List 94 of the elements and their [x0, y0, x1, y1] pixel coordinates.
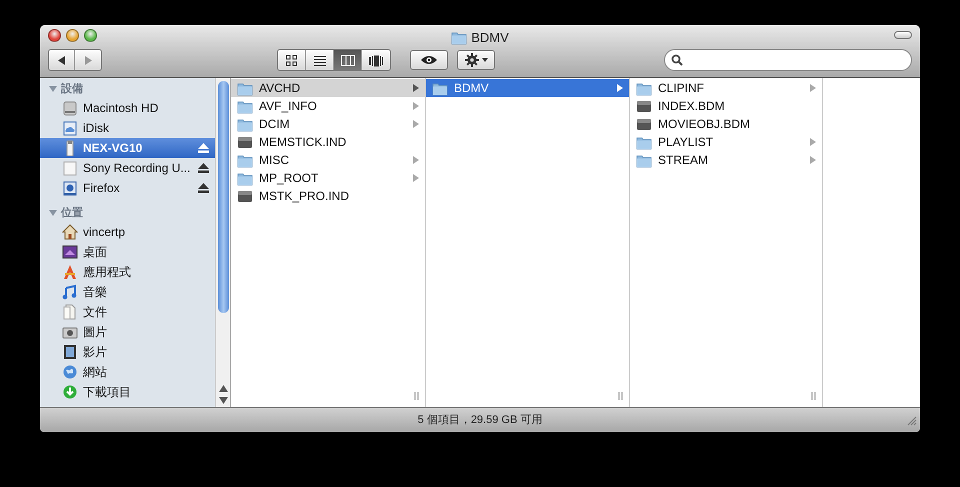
folder-icon: [237, 152, 253, 168]
music-note-icon: [62, 284, 78, 300]
file-row[interactable]: MEMSTICK.IND: [231, 133, 425, 151]
disclosure-arrow-icon: [413, 156, 419, 164]
file-icon: [237, 188, 253, 204]
sidebar-item[interactable]: 音樂: [40, 282, 215, 302]
window-title: BDMV: [471, 29, 509, 47]
list-view-icon: [312, 54, 326, 66]
disclosure-arrow-icon: [413, 102, 419, 110]
eye-icon: [420, 55, 438, 65]
eject-icon[interactable]: [198, 143, 209, 153]
caret-icon: [482, 58, 488, 62]
sidebar-item[interactable]: Macintosh HD: [40, 98, 215, 118]
sidebar-item[interactable]: Sony Recording U...: [40, 158, 215, 178]
file-row[interactable]: MISC: [231, 151, 425, 169]
file-row[interactable]: MP_ROOT: [231, 169, 425, 187]
column-resize-handle-icon[interactable]: [618, 392, 623, 400]
folder-icon: [237, 80, 253, 96]
sidebar-item[interactable]: 桌面: [40, 242, 215, 262]
download-icon: [62, 384, 78, 400]
file-row[interactable]: MOVIEOBJ.BDM: [630, 115, 822, 133]
apps-icon: [62, 264, 78, 280]
desktop-icon: [62, 244, 78, 260]
file-row[interactable]: CLIPINF: [630, 79, 822, 97]
sidebar-item[interactable]: NEX-VG10: [40, 138, 215, 158]
file-row[interactable]: INDEX.BDM: [630, 97, 822, 115]
disclosure-arrow-icon: [810, 138, 816, 146]
disclosure-arrow-icon: [810, 156, 816, 164]
window-control-button[interactable]: [66, 29, 79, 42]
drive-icon: [62, 160, 78, 176]
icon-view-icon: [284, 54, 298, 66]
action-menu-button[interactable]: [457, 50, 495, 70]
window-control-button[interactable]: [48, 29, 61, 42]
file-row[interactable]: PLAYLIST: [630, 133, 822, 151]
scrollbar-thumb[interactable]: [218, 81, 228, 313]
sidebar-item[interactable]: 應用程式: [40, 262, 215, 282]
quick-look-button[interactable]: [410, 50, 448, 70]
file-icon: [636, 98, 652, 114]
eject-icon[interactable]: [198, 163, 209, 173]
sidebar-item[interactable]: 網站: [40, 362, 215, 382]
folder-icon: [432, 80, 448, 96]
disclosure-triangle-icon[interactable]: [49, 85, 57, 93]
status-text: 5 個項目，29.59 GB 可用: [418, 412, 542, 428]
file-row[interactable]: STREAM: [630, 151, 822, 169]
globe-icon: [62, 364, 78, 380]
cover-flow-view-icon: [369, 54, 383, 66]
house-icon: [62, 224, 78, 240]
file-icon: [636, 116, 652, 132]
file-icon: [237, 134, 253, 150]
file-row[interactable]: AVF_INFO: [231, 97, 425, 115]
column-resize-handle-icon[interactable]: [811, 392, 816, 400]
folder-icon: [237, 98, 253, 114]
folder-icon: [636, 134, 652, 150]
disclosure-arrow-icon: [413, 84, 419, 92]
search-icon: [671, 54, 683, 66]
sidebar-item[interactable]: 文件: [40, 302, 215, 322]
folder-icon: [451, 30, 468, 46]
sidebar-item[interactable]: vincertp: [40, 222, 215, 242]
disclosure-triangle-icon[interactable]: [49, 209, 57, 217]
toolbar-toggle-button[interactable]: [894, 31, 912, 39]
column-resize-handle-icon[interactable]: [414, 392, 419, 400]
disk-image-icon: [62, 180, 78, 196]
file-row[interactable]: DCIM: [231, 115, 425, 133]
folder-icon: [237, 116, 253, 132]
gear-icon: [464, 53, 478, 67]
film-icon: [62, 344, 78, 360]
disclosure-arrow-icon: [413, 174, 419, 182]
folder-icon: [237, 170, 253, 186]
disclosure-arrow-icon: [617, 84, 623, 92]
eject-icon[interactable]: [198, 183, 209, 193]
scroll-up-arrow-icon[interactable]: [218, 384, 228, 393]
sidebar-section-heading: 設備: [61, 82, 83, 97]
folder-icon: [636, 80, 652, 96]
file-row[interactable]: BDMV: [426, 79, 629, 97]
folder-icon: [636, 152, 652, 168]
sidebar-item[interactable]: 圖片: [40, 322, 215, 342]
window-control-button[interactable]: [84, 29, 97, 42]
sidebar-item[interactable]: 下載項目: [40, 382, 215, 402]
sidebar-section-heading: 位置: [61, 206, 83, 221]
column-view-button[interactable]: [334, 50, 362, 70]
column-view-icon: [340, 54, 354, 66]
sidebar-item[interactable]: 影片: [40, 342, 215, 362]
back-arrow-icon: [58, 56, 66, 64]
file-row[interactable]: AVCHD: [231, 79, 425, 97]
document-icon: [62, 304, 78, 320]
resize-grip-icon[interactable]: [907, 416, 917, 426]
sidebar-item[interactable]: Firefox: [40, 178, 215, 198]
search-field[interactable]: [664, 49, 912, 71]
disclosure-arrow-icon: [413, 120, 419, 128]
cloud-drive-icon: [62, 120, 78, 136]
sidebar-item[interactable]: iDisk: [40, 118, 215, 138]
forward-arrow-icon: [84, 56, 92, 64]
file-row[interactable]: MSTK_PRO.IND: [231, 187, 425, 205]
disclosure-arrow-icon: [810, 84, 816, 92]
